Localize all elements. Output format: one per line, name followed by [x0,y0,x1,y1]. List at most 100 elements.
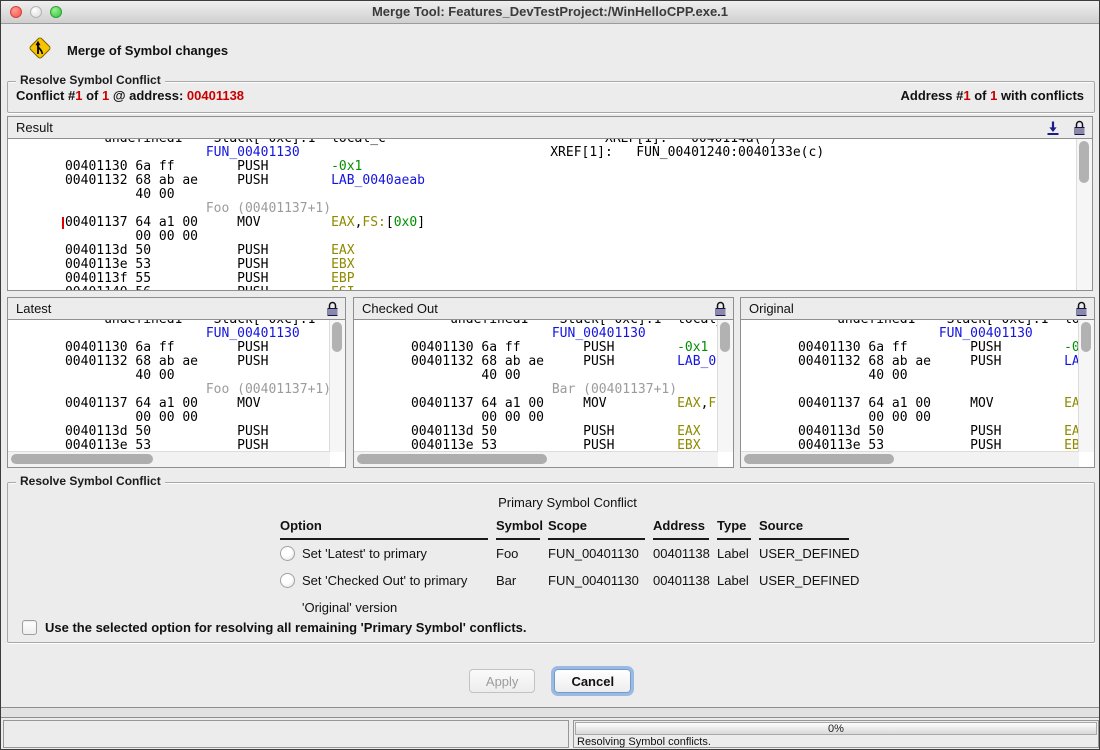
download-arrow-icon[interactable] [1044,119,1062,137]
column-header-symbol: Symbol [496,518,540,540]
listing-line: 0040113e 53 PUSH EBX [18,258,1077,272]
listing-line: 00 00 00 [364,411,718,425]
checked-out-listing[interactable]: undefined1 Stack[-0xc]:1 local_c FUN_004… [354,320,733,467]
checked-out-panel-title: Checked Out [362,301,438,316]
scrollbar-thumb[interactable] [1079,141,1089,183]
scrollbar-thumb[interactable] [11,454,153,464]
latest-radio-label: Set 'Latest' to primary [302,546,427,561]
conflict-table-title: Primary Symbol Conflict [280,495,855,510]
listing-line: 40 00 [751,369,1079,383]
option-latest-radio-row[interactable]: Set 'Latest' to primary [280,540,488,567]
checked-out-panel: Checked Out undefined1 Stack[-0xc]:1 loc… [353,297,734,468]
listing-line: 00401132 68 ab ae PUSH LAB_0040aeab [18,174,1077,188]
listing-line: 00401137 64 a1 00 MOV EAX,FS:[0x0] [18,216,1077,230]
scrollbar-thumb[interactable] [1081,322,1091,352]
lock-icon[interactable] [1070,119,1088,137]
scrollbar-thumb[interactable] [744,454,894,464]
use-for-all-label: Use the selected option for resolving al… [45,620,527,635]
checked-out-radio-label: Set 'Checked Out' to primary [302,573,467,588]
listing-line: 40 00 [364,369,718,383]
table-cell-address: 00401138 [653,567,709,594]
listing-line: 00401140 56 PUSH ESI [18,286,1077,290]
title-bar[interactable]: Merge Tool: Features_DevTestProject:/Win… [1,1,1099,24]
latest-horizontal-scrollbar[interactable] [8,451,330,467]
checked-out-radio-button[interactable] [280,573,295,588]
apply-button[interactable]: Apply [469,669,536,693]
listing-line: Foo (00401137+1) [18,383,330,397]
scrollbar-thumb[interactable] [357,454,547,464]
option-checked-out-radio-row[interactable]: Set 'Checked Out' to primary [280,567,488,594]
column-header-scope: Scope [548,518,645,540]
listing-line: 00401132 68 ab ae PUSH LAB_0040aeab [751,355,1079,369]
address-counter: Address #1 of 1 with conflicts [900,88,1084,103]
listing-line: 00401130 6a ff PUSH -0x1 [751,341,1079,355]
original-horizontal-scrollbar[interactable] [741,451,1079,467]
original-vertical-scrollbar[interactable] [1078,320,1094,452]
scrollbar-thumb[interactable] [720,322,730,352]
listing-line: 0040113d 50 PUSH EAX [364,425,718,439]
table-cell-source: USER_DEFINED [759,540,849,567]
latest-panel: Latest undefined1 Stack[-0xc]:1 local_c [7,297,346,468]
merge-sign-icon [27,35,53,66]
listing-cursor [62,217,64,229]
checked-out-horizontal-scrollbar[interactable] [354,451,718,467]
merge-phase-title: Merge of Symbol changes [67,43,228,58]
progress-bar: 0% [575,722,1097,735]
conflict-group-label: Resolve Symbol Conflict [16,73,165,87]
checked-out-vertical-scrollbar[interactable] [717,320,733,452]
listing-line: 0040113d 50 PUSH EAX [18,244,1077,258]
listing-line: 00401137 64 a1 00 MOV EAX,FS:[0x0] [18,397,330,411]
column-header-address: Address [653,518,709,540]
latest-panel-title: Latest [16,301,51,316]
result-vertical-scrollbar[interactable] [1076,139,1092,290]
listing-line: 00 00 00 [18,411,330,425]
footer-separator-bar [1,707,1099,718]
conflict-info-group: Resolve Symbol Conflict Conflict #1 of 1… [7,81,1095,113]
listing-line: 0040113f 55 PUSH EBP [18,272,1077,286]
original-panel-title: Original [749,301,794,316]
latest-vertical-scrollbar[interactable] [329,320,345,452]
column-header-option: Option [280,518,488,540]
merge-tool-window: Merge Tool: Features_DevTestProject:/Win… [0,0,1100,750]
listing-line: FUN_00401130 [751,327,1079,341]
table-cell-address: 00401138 [653,540,709,567]
latest-listing[interactable]: undefined1 Stack[-0xc]:1 local_c FUN_004… [8,320,345,467]
listing-line: FUN_00401130 [18,327,330,341]
original-listing[interactable]: undefined1 Stack[-0xc]:1 local_c FUN_004… [741,320,1094,467]
result-panel-title: Result [16,120,53,135]
use-for-all-row[interactable]: Use the selected option for resolving al… [22,620,527,635]
listing-line: 00401130 6a ff PUSH -0x1 [18,160,1077,174]
listing-line: 40 00 [18,188,1077,202]
status-panel-left [3,720,569,748]
lock-icon[interactable] [323,300,341,318]
result-panel-header: Result [8,117,1092,139]
original-panel: Original undefined1 Stack[-0xc]:1 local_… [740,297,1095,468]
table-cell-symbol: Foo [496,540,540,567]
result-listing[interactable]: undefined1 Stack[-0xc]:1 local_c XREF[1]… [8,139,1092,290]
listing-line: 00401132 68 ab ae PUSH LAB_0040aeab [364,355,718,369]
column-header-source: Source [759,518,849,540]
listing-line: 0040113d 50 PUSH EAX [751,425,1079,439]
resolve-options-group: Resolve Symbol Conflict Primary Symbol C… [7,482,1095,643]
lock-icon[interactable] [1072,300,1090,318]
listing-line: 0040113d 50 PUSH EAX [18,425,330,439]
cancel-button[interactable]: Cancel [554,669,631,693]
listing-line: FUN_00401130 [364,327,718,341]
use-for-all-checkbox[interactable] [22,620,37,635]
table-cell-source: USER_DEFINED [759,567,849,594]
table-cell-symbol: Bar [496,567,540,594]
listing-line: 00401130 6a ff PUSH -0x1 [364,341,718,355]
checked-out-panel-header: Checked Out [354,298,733,320]
listing-line [751,383,1079,397]
latest-radio-button[interactable] [280,546,295,561]
listing-line: 00 00 00 [751,411,1079,425]
listing-line: 40 00 [18,369,330,383]
listing-line: 00401132 68 ab ae PUSH LAB_0040aeab [18,355,330,369]
table-cell-scope: FUN_00401130 [548,567,645,594]
conflict-counter: Conflict #1 of 1 @ address: 00401138 [16,88,244,103]
lock-icon[interactable] [711,300,729,318]
listing-line: 00401137 64 a1 00 MOV EAX,FS:[0x0] [751,397,1079,411]
listing-line: 00 00 00 [18,230,1077,244]
listing-line: Foo (00401137+1) [18,202,1077,216]
scrollbar-thumb[interactable] [332,322,342,352]
